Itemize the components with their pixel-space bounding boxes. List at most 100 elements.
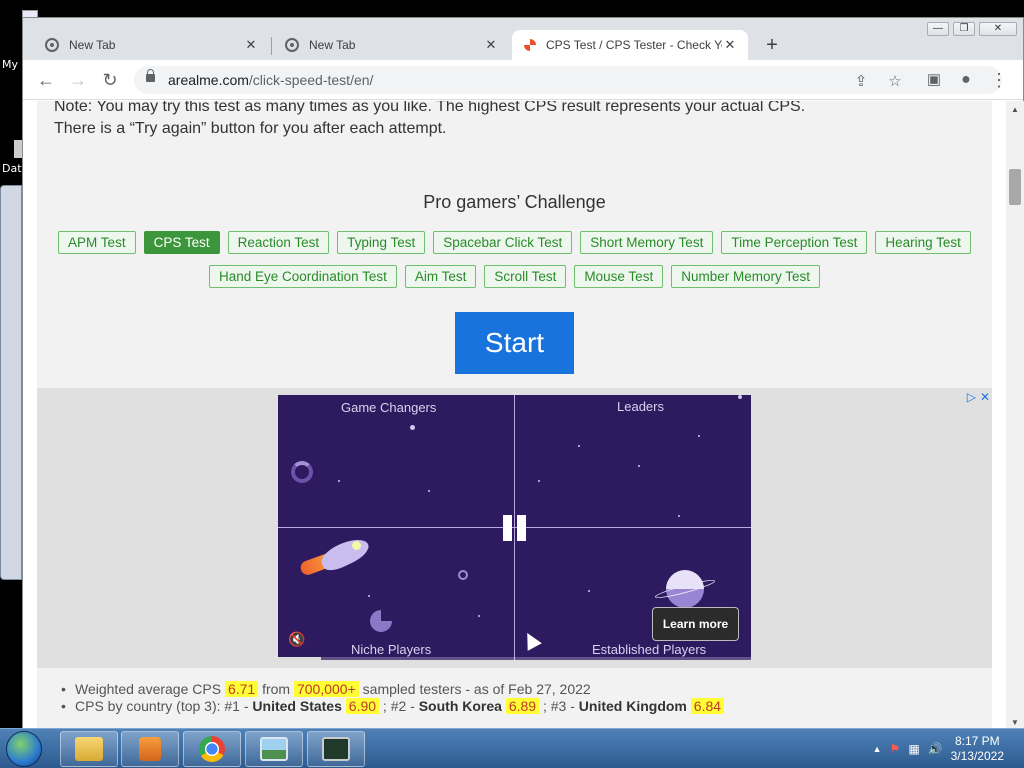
media-player-icon [139,737,161,761]
mute-icon[interactable]: 🔇 [288,631,305,648]
scroll-down-arrow[interactable]: ▼ [1006,718,1024,727]
mouse-cursor-icon [520,629,542,651]
tab-new-tab-1[interactable]: New Tab ✕ [33,30,269,60]
test-panel: Note: You may try this test as many time… [37,101,992,729]
planet-icon [654,570,716,608]
adchoices-icon[interactable]: ▷ [967,390,976,404]
test-links-row-1: APM Test CPS Test Reaction Test Typing Test… [37,231,992,254]
url-path: /click-speed-test/en/ [248,72,374,88]
clock-date: 3/13/2022 [950,749,1004,763]
cursor-favicon-icon [524,39,536,51]
reload-button[interactable]: ↻ [98,68,122,92]
page-scrollbar[interactable]: ▲ ▼ [1006,101,1024,729]
stats-text: CPS by country (top 3): #1 - [75,698,249,714]
taskbar-task-manager-button[interactable] [307,731,365,767]
side-panel-icon[interactable]: ▣ [922,68,946,92]
taskbar-explorer-button[interactable] [60,731,118,767]
tab-strip: New Tab ✕ New Tab ✕ CPS Test / CPS Teste… [23,18,1023,60]
minimize-button[interactable]: — [927,22,949,36]
scroll-thumb[interactable] [1009,169,1021,205]
network-icon[interactable]: ▦ [908,742,919,756]
start-button[interactable]: Start [455,312,574,374]
clock[interactable]: 8:17 PM 3/13/2022 [951,734,1004,764]
close-window-button[interactable]: ✕ [979,22,1017,36]
test-link-apm-test[interactable]: APM Test [58,231,136,254]
star [678,515,680,517]
stats-text: ; #3 - [542,698,575,714]
ad-choices: ▷ ✕ [967,390,990,404]
test-link-hearing-test[interactable]: Hearing Test [875,231,971,254]
menu-icon[interactable]: ⋮ [987,68,1011,92]
star [588,590,590,592]
forward-button[interactable]: → [66,68,90,92]
stats-text: ; #2 - [382,698,415,714]
video-progress-bar[interactable] [278,657,751,660]
star [428,490,430,492]
test-link-aim-test[interactable]: Aim Test [404,265,477,288]
quadrant-label-game-changers: Game Changers [341,400,437,415]
star [478,615,480,617]
clock-time: 8:17 PM [954,734,1000,748]
tab-close-icon[interactable]: ✕ [243,37,259,53]
bookmark-star-icon[interactable]: ☆ [886,72,904,90]
learn-more-button[interactable]: Learn more [652,607,739,641]
action-center-flag-icon[interactable]: ⚑ [890,742,901,756]
star [410,425,415,430]
tab-close-icon[interactable]: ✕ [483,37,499,53]
test-link-scroll-test[interactable]: Scroll Test [484,265,567,288]
restore-button[interactable]: ❐ [953,22,975,36]
test-link-hand-eye-coordination-test[interactable]: Hand Eye Coordination Test [209,265,397,288]
note-text: Note: You may try this test as many time… [54,101,984,140]
pie-chart-icon [370,610,392,632]
close-ad-icon[interactable]: ✕ [980,390,990,404]
ad-video[interactable]: Game Changers Leaders Niche Players Esta… [278,395,751,660]
volume-icon[interactable]: 🔊 [928,742,943,756]
url-host: arealme.com [168,72,249,88]
folder-icon [75,737,103,761]
address-bar[interactable]: arealme.com/click-speed-test/en/ ⇪ ☆ [134,66,1002,94]
show-hidden-icons-icon[interactable]: ▲ [873,744,882,754]
country-cps: 6.84 [690,698,725,714]
test-link-spacebar-click-test[interactable]: Spacebar Click Test [433,231,573,254]
test-link-mouse-test[interactable]: Mouse Test [574,265,664,288]
web-page: Note: You may try this test as many time… [23,101,1006,729]
share-icon[interactable]: ⇪ [852,72,870,90]
taskbar: ▲ ⚑ ▦ 🔊 8:17 PM 3/13/2022 [0,728,1024,768]
profile-icon[interactable]: ● [954,68,978,92]
desktop-icon-label: Dat [2,162,22,175]
taskbar-image-viewer-button[interactable] [245,731,303,767]
tab-cps-test[interactable]: CPS Test / CPS Tester - Check Yo ✕ [512,30,748,60]
monitor-icon [322,737,350,761]
test-link-cps-test[interactable]: CPS Test [143,231,220,254]
tab-new-tab-2[interactable]: New Tab ✕ [273,30,509,60]
background-window [0,185,22,580]
tab-close-icon[interactable]: ✕ [722,37,738,53]
chrome-favicon-icon [285,38,299,52]
rocket-icon [298,533,373,577]
ad-container: ▷ ✕ Game Changers Leaders Niche Players … [37,388,992,668]
test-link-typing-test[interactable]: Typing Test [337,231,426,254]
taskbar-chrome-button[interactable] [183,731,241,767]
taskbar-media-player-button[interactable] [121,731,179,767]
back-button[interactable]: ← [34,68,58,92]
new-tab-button[interactable]: + [761,34,783,56]
country-name: South Korea [418,698,502,714]
note-line: There is a “Try again” button for you af… [54,120,447,137]
quadrant-label-established-players: Established Players [592,642,707,657]
star [538,480,540,482]
test-link-reaction-test[interactable]: Reaction Test [227,231,330,254]
stats-line-by-country: CPS by country (top 3): #1 - United Stat… [61,698,725,715]
test-link-time-perception-test[interactable]: Time Perception Test [721,231,868,254]
chrome-favicon-icon [45,38,59,52]
browser-window: New Tab ✕ New Tab ✕ CPS Test / CPS Teste… [22,17,1024,729]
desktop-icon-label: My [2,58,19,71]
avg-cps-value: 6.71 [224,681,259,697]
windows-start-button[interactable] [6,731,42,767]
pause-icon[interactable] [503,515,527,541]
testers-count: 700,000+ [293,681,359,697]
photo-viewer-icon [260,737,288,761]
test-link-number-memory-test[interactable]: Number Memory Test [671,265,820,288]
tab-separator [271,37,272,55]
scroll-up-arrow[interactable]: ▲ [1006,105,1024,114]
test-link-short-memory-test[interactable]: Short Memory Test [580,231,714,254]
